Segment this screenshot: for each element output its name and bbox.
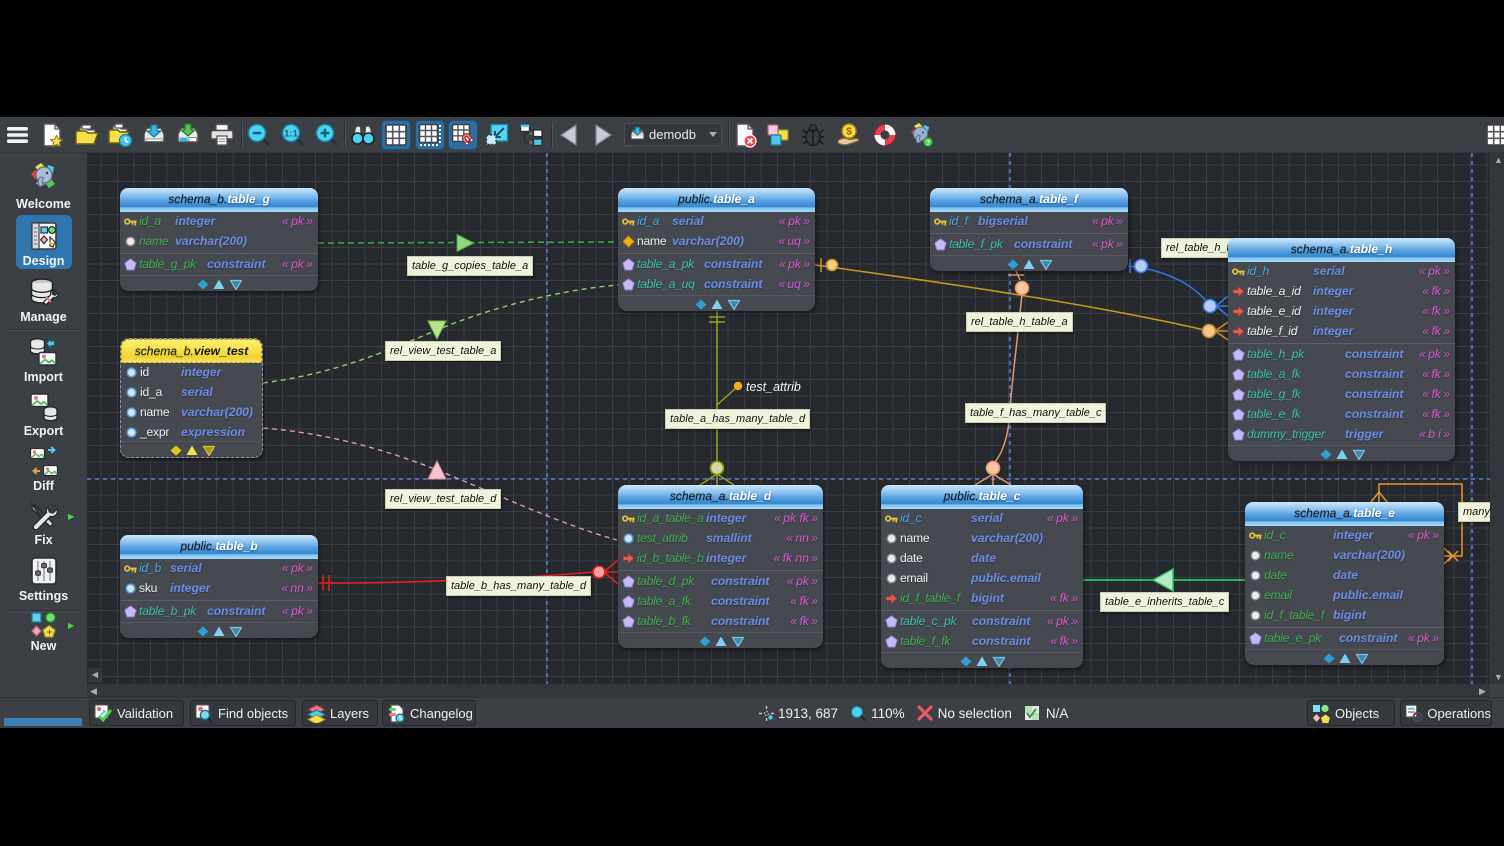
svg-text:$: $ [846,126,852,138]
svg-text:?: ? [926,138,931,147]
svg-text:+: + [46,627,51,637]
svg-text:1:1: 1:1 [284,129,298,140]
svg-text:test_attrib: test_attrib [746,380,801,394]
